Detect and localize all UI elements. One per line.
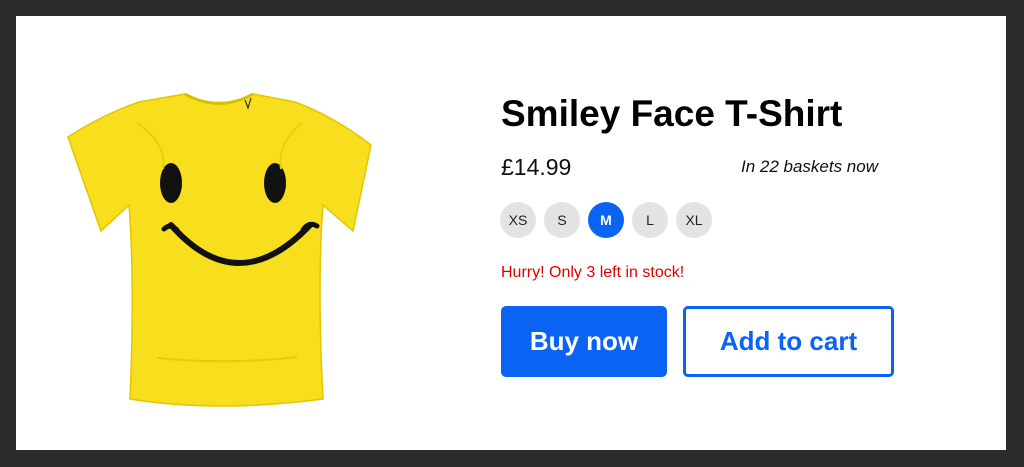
product-image [67, 73, 372, 409]
size-option-s[interactable]: S [544, 202, 580, 238]
product-card: Smiley Face T-Shirt £14.99 In 22 baskets… [16, 16, 1006, 450]
add-to-cart-button[interactable]: Add to cart [683, 306, 894, 377]
size-option-l[interactable]: L [632, 202, 668, 238]
stock-warning: Hurry! Only 3 left in stock! [501, 264, 685, 281]
size-selector: XS S M L XL [500, 202, 712, 238]
size-option-xs[interactable]: XS [500, 202, 536, 238]
smiley-tshirt-image [67, 92, 372, 407]
size-option-xl[interactable]: XL [676, 202, 712, 238]
baskets-count: In 22 baskets now [740, 157, 878, 176]
buy-now-button[interactable]: Buy now [501, 306, 667, 377]
size-option-m[interactable]: M [588, 202, 624, 238]
product-title: Smiley Face T-Shirt [501, 93, 843, 134]
product-price: £14.99 [501, 154, 572, 180]
